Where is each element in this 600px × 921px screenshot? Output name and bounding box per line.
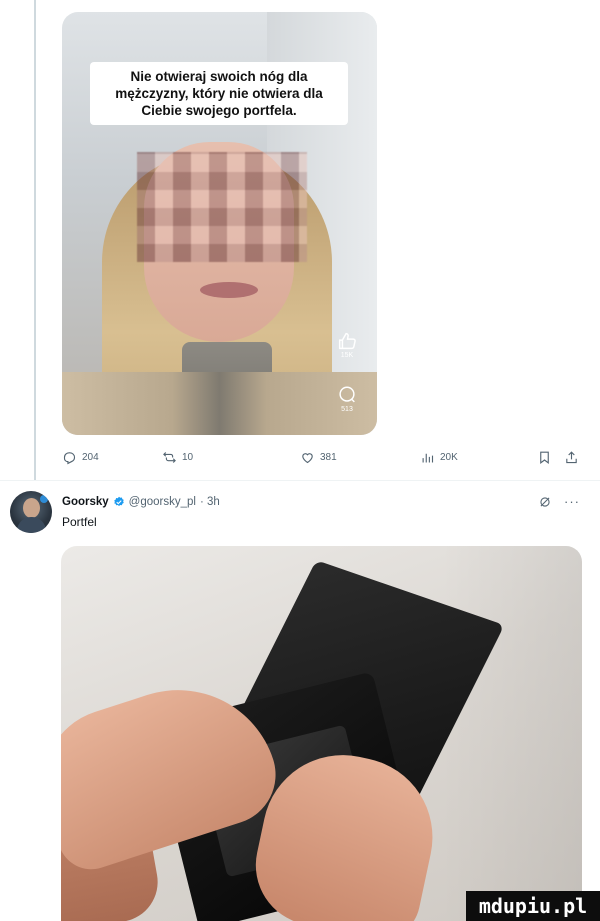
video-comment-button[interactable]: 513 (331, 384, 363, 413)
avatar-head (23, 498, 40, 518)
video-like-button[interactable]: 15K (331, 330, 363, 359)
retweet-count: 10 (182, 451, 194, 463)
like-count: 381 (320, 451, 337, 463)
tweet-photo[interactable] (61, 546, 582, 921)
video-comment-count: 513 (341, 406, 353, 413)
avatar-badge (40, 495, 48, 503)
retweet-icon (163, 451, 176, 463)
views-button[interactable]: 20K (420, 446, 458, 468)
share-button[interactable] (564, 446, 579, 468)
avatar-body (17, 517, 46, 533)
tweet-video[interactable]: Nie otwieraj swoich nóg dla mężczyzny, k… (62, 12, 377, 435)
views-count: 20K (440, 451, 458, 463)
tweet-divider (0, 480, 600, 481)
tweet-header: Goorsky @goorsky_pl · 3h (62, 496, 220, 508)
share-icon (566, 450, 577, 463)
like-button[interactable]: 381 (300, 446, 337, 468)
photo-background-shadow (441, 546, 582, 921)
thread-line (34, 0, 36, 480)
author-handle[interactable]: @goorsky_pl (129, 496, 196, 508)
verified-badge-icon (113, 496, 124, 507)
thumbs-up-icon (331, 330, 363, 352)
heart-icon (302, 452, 313, 463)
more-options-icon[interactable]: ··· (564, 494, 580, 509)
grok-icon[interactable] (538, 495, 552, 509)
reply-count: 204 (82, 451, 99, 463)
video-like-count: 15K (340, 352, 354, 359)
tweet-header-icons: ··· (538, 494, 580, 509)
comment-icon (331, 384, 363, 406)
tweet-text: Portfel (62, 515, 97, 529)
author-name[interactable]: Goorsky (62, 496, 109, 508)
views-icon (422, 453, 434, 462)
pixelated-eyes (137, 152, 307, 262)
reply-icon (63, 451, 76, 464)
video-caption: Nie otwieraj swoich nóg dla mężczyzny, k… (90, 62, 348, 125)
bookmark-button[interactable] (537, 446, 552, 468)
tweet-action-bar: 204 10 381 20K (62, 446, 587, 468)
video-mouth (200, 282, 258, 298)
reply-button[interactable]: 204 (62, 446, 99, 468)
bookmark-icon (540, 451, 549, 464)
video-coat (62, 372, 377, 435)
retweet-button[interactable]: 10 (162, 446, 193, 468)
tweet-time[interactable]: · 3h (200, 496, 220, 508)
watermark-logo: mdupiu.pl (466, 891, 600, 921)
avatar[interactable] (10, 491, 52, 533)
